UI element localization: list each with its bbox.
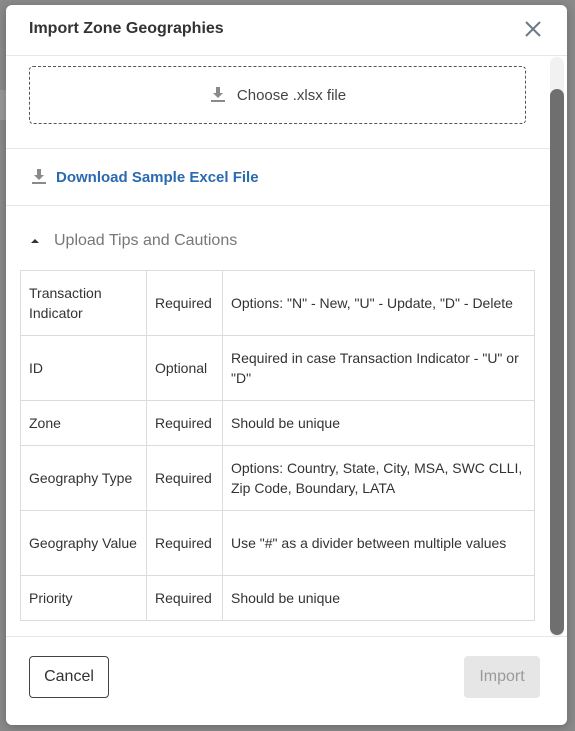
- note-cell: Should be unique: [222, 400, 535, 446]
- close-icon: [525, 21, 541, 37]
- cancel-button[interactable]: Cancel: [29, 656, 109, 698]
- requirement-cell: Required: [146, 400, 223, 446]
- modal-body: Choose .xlsx file Download Sample Excel …: [6, 56, 550, 636]
- note-cell: Options: "N" - New, "U" - Update, "D" - …: [222, 270, 535, 336]
- modal-header: Import Zone Geographies: [6, 5, 567, 56]
- tips-table: Transaction Indicator Required Options: …: [20, 270, 535, 621]
- divider: [6, 205, 550, 206]
- table-row: ID Optional Required in case Transaction…: [20, 335, 535, 401]
- requirement-cell: Required: [146, 510, 223, 576]
- field-cell: Zone: [20, 400, 147, 446]
- table-row: Geography Type Required Options: Country…: [20, 445, 535, 511]
- field-cell: Geography Type: [20, 445, 147, 511]
- file-dropzone[interactable]: Choose .xlsx file: [29, 66, 526, 124]
- tips-toggle-label: Upload Tips and Cautions: [54, 232, 238, 249]
- scrollbar-thumb[interactable]: [550, 89, 564, 635]
- field-cell: Transaction Indicator: [20, 270, 147, 336]
- note-cell: Should be unique: [222, 575, 535, 621]
- download-icon: [32, 169, 46, 184]
- table-row: Geography Value Required Use "#" as a di…: [20, 510, 535, 576]
- modal-title: Import Zone Geographies: [29, 20, 224, 37]
- requirement-cell: Required: [146, 270, 223, 336]
- requirement-cell: Required: [146, 445, 223, 511]
- table-row: Priority Required Should be unique: [20, 575, 535, 621]
- field-cell: ID: [20, 335, 147, 401]
- requirement-cell: Optional: [146, 335, 223, 401]
- table-row: Transaction Indicator Required Options: …: [20, 270, 535, 336]
- download-sample-link[interactable]: Download Sample Excel File: [30, 168, 259, 186]
- dropzone-label: Choose .xlsx file: [236, 86, 347, 104]
- note-cell: Use "#" as a divider between multiple va…: [222, 510, 535, 576]
- note-cell: Options: Country, State, City, MSA, SWC …: [222, 445, 535, 511]
- tips-toggle[interactable]: Upload Tips and Cautions: [30, 232, 237, 250]
- field-cell: Geography Value: [20, 510, 147, 576]
- requirement-cell: Required: [146, 575, 223, 621]
- note-cell: Required in case Transaction Indicator -…: [222, 335, 535, 401]
- download-label: Download Sample Excel File: [56, 168, 259, 186]
- import-button[interactable]: Import: [464, 656, 540, 698]
- import-modal: Import Zone Geographies Choose .xlsx fil…: [6, 5, 567, 725]
- divider: [6, 148, 550, 149]
- close-button[interactable]: [523, 19, 543, 39]
- upload-icon: [210, 87, 225, 102]
- table-row: Zone Required Should be unique: [20, 400, 535, 446]
- caret-up-icon: [31, 239, 39, 243]
- modal-footer: Cancel Import: [6, 636, 567, 725]
- field-cell: Priority: [20, 575, 147, 621]
